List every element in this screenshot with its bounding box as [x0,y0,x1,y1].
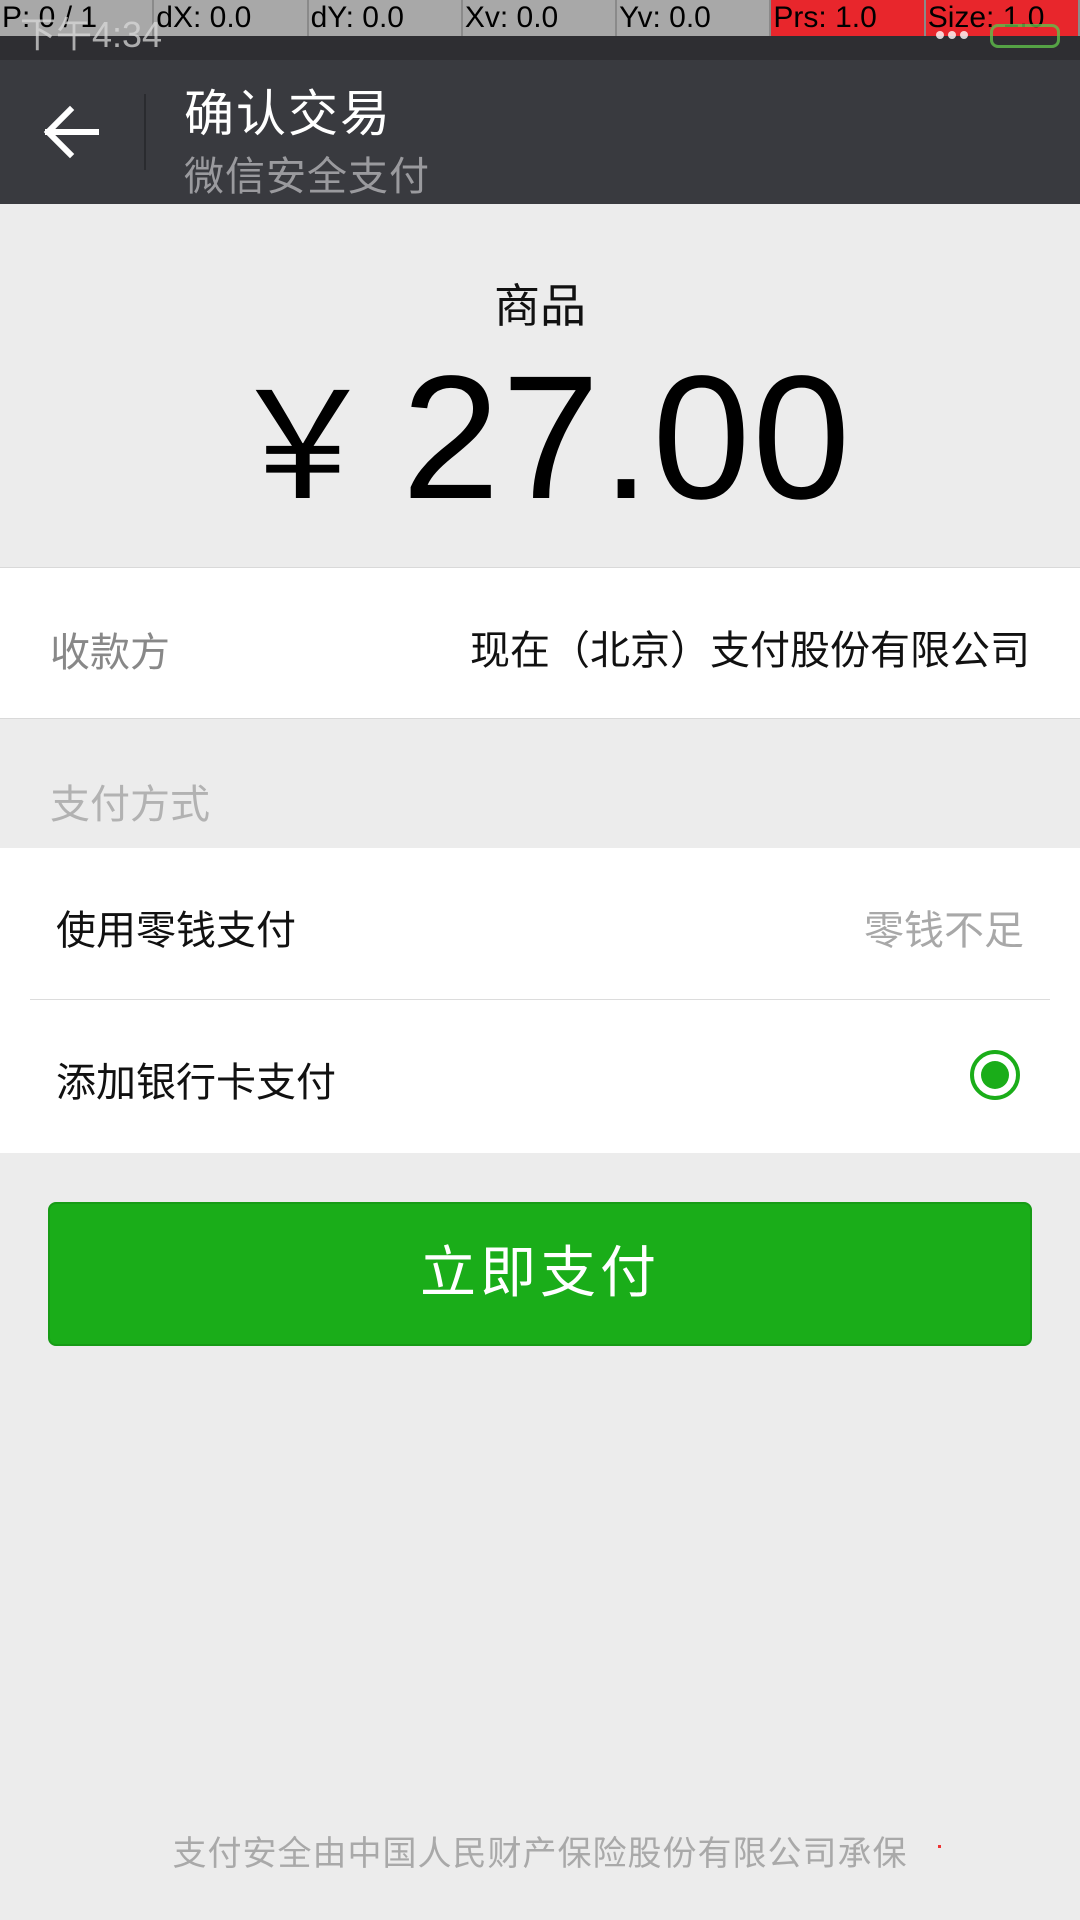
status-icons [936,24,1060,48]
debug-dx: dX: 0.0 [154,0,309,36]
radio-selected-icon[interactable] [970,1050,1020,1100]
arrow-left-icon[interactable] [40,100,104,164]
payee-row: 收款方 现在（北京）支付股份有限公司 [0,567,1080,719]
debug-dy: dY: 0.0 [308,0,463,36]
debug-yv: Yv: 0.0 [617,0,772,36]
more-dots-icon [936,31,970,41]
footer-dot [938,1845,941,1848]
battery-icon [990,24,1060,48]
option-status: 零钱不足 [864,908,1024,954]
option-balance[interactable]: 使用零钱支付 零钱不足 [30,848,1050,1000]
debug-pressure: Prs: 1.0 [771,0,926,36]
option-add-bank-card[interactable]: 添加银行卡支付 [30,1000,1050,1153]
footer-insurance-note: 支付安全由中国人民财产保险股份有限公司承保 [172,1834,908,1874]
page-title: 确认交易 [184,85,392,143]
amount-value: 27.00 [401,340,853,536]
option-label: 添加银行卡支付 [56,1060,336,1106]
currency-symbol: ￥ [227,360,380,534]
option-label: 使用零钱支付 [56,908,296,954]
page-subtitle: 微信安全支付 [184,154,430,200]
payee-label: 收款方 [50,630,170,676]
status-time: 下午4:34 [20,14,163,55]
payee-value: 现在（北京）支付股份有限公司 [470,628,1030,674]
title-divider [144,94,146,170]
pay-now-button[interactable]: 立即支付 [48,1202,1032,1346]
payment-options: 使用零钱支付 零钱不足 添加银行卡支付 [0,848,1080,1153]
debug-xv: Xv: 0.0 [462,0,618,36]
title-bar: 确认交易 微信安全支付 [0,60,1080,204]
payment-method-header: 支付方式 [50,782,210,828]
amount-display: ￥ 27.00 [0,348,1080,537]
product-label: 商品 [494,279,586,333]
